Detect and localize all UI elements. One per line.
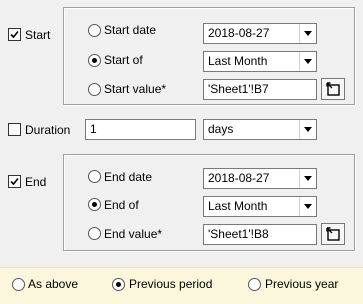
- start-of-radio[interactable]: [88, 54, 101, 67]
- end-value-label: End value*: [104, 227, 163, 241]
- start-of-select[interactable]: Last Month: [203, 51, 317, 72]
- end-of-select[interactable]: Last Month: [203, 196, 317, 217]
- end-date-picker[interactable]: 2018-08-27: [203, 168, 317, 189]
- end-date-radio[interactable]: [88, 170, 101, 183]
- end-date-value: 2018-08-27: [208, 171, 270, 185]
- chevron-down-icon: [304, 31, 312, 36]
- start-checkbox[interactable]: [8, 28, 21, 41]
- chevron-down-icon: [304, 176, 312, 181]
- start-date-value: 2018-08-27: [208, 26, 270, 40]
- duration-unit-dropdown-button[interactable]: [299, 120, 316, 139]
- start-label: Start: [25, 28, 51, 42]
- end-value-radio[interactable]: [88, 227, 101, 240]
- chevron-down-icon: [304, 204, 312, 209]
- end-of-dropdown-button[interactable]: [299, 197, 316, 216]
- start-value-label: Start value*: [104, 82, 167, 96]
- start-of-dropdown-button[interactable]: [299, 52, 316, 71]
- start-of-value: Last Month: [208, 54, 268, 68]
- start-date-dropdown-button[interactable]: [299, 24, 316, 43]
- duration-unit-select[interactable]: days: [203, 119, 317, 140]
- start-date-radio[interactable]: [88, 24, 101, 37]
- start-of-label: Start of: [104, 53, 143, 67]
- end-cell-picker-button[interactable]: [321, 223, 345, 245]
- check-icon: [10, 177, 19, 186]
- as-above-label: As above: [28, 277, 79, 291]
- chevron-down-icon: [304, 127, 312, 132]
- start-date-label: Start date: [104, 23, 157, 37]
- as-above-radio[interactable]: [12, 278, 25, 291]
- chevron-down-icon: [304, 59, 312, 64]
- end-label: End: [25, 175, 47, 189]
- end-date-label: End date: [104, 170, 153, 184]
- duration-checkbox[interactable]: [8, 123, 21, 136]
- start-value-input[interactable]: 'Sheet1'!B7: [203, 79, 317, 100]
- end-date-dropdown-button[interactable]: [299, 169, 316, 188]
- end-value-input[interactable]: 'Sheet1'!B8: [203, 224, 317, 245]
- start-cell-picker-button[interactable]: [321, 78, 345, 100]
- duration-label: Duration: [25, 123, 71, 137]
- duration-amount-input[interactable]: 1: [85, 119, 196, 140]
- previous-period-label: Previous period: [129, 277, 213, 291]
- start-value-radio[interactable]: [88, 83, 101, 96]
- duration-unit-value: days: [208, 122, 234, 136]
- previous-period-radio[interactable]: [112, 278, 125, 291]
- end-of-radio[interactable]: [88, 198, 101, 211]
- comparison-bar: As above Previous period Previous year: [0, 267, 363, 304]
- previous-year-label: Previous year: [265, 277, 339, 291]
- previous-year-radio[interactable]: [248, 278, 261, 291]
- start-date-picker[interactable]: 2018-08-27: [203, 23, 317, 44]
- end-of-label: End of: [104, 198, 139, 212]
- range-selector-icon: [326, 82, 340, 96]
- end-checkbox[interactable]: [8, 175, 21, 188]
- range-selector-icon: [326, 227, 340, 241]
- check-icon: [10, 30, 19, 39]
- end-of-value: Last Month: [208, 199, 268, 213]
